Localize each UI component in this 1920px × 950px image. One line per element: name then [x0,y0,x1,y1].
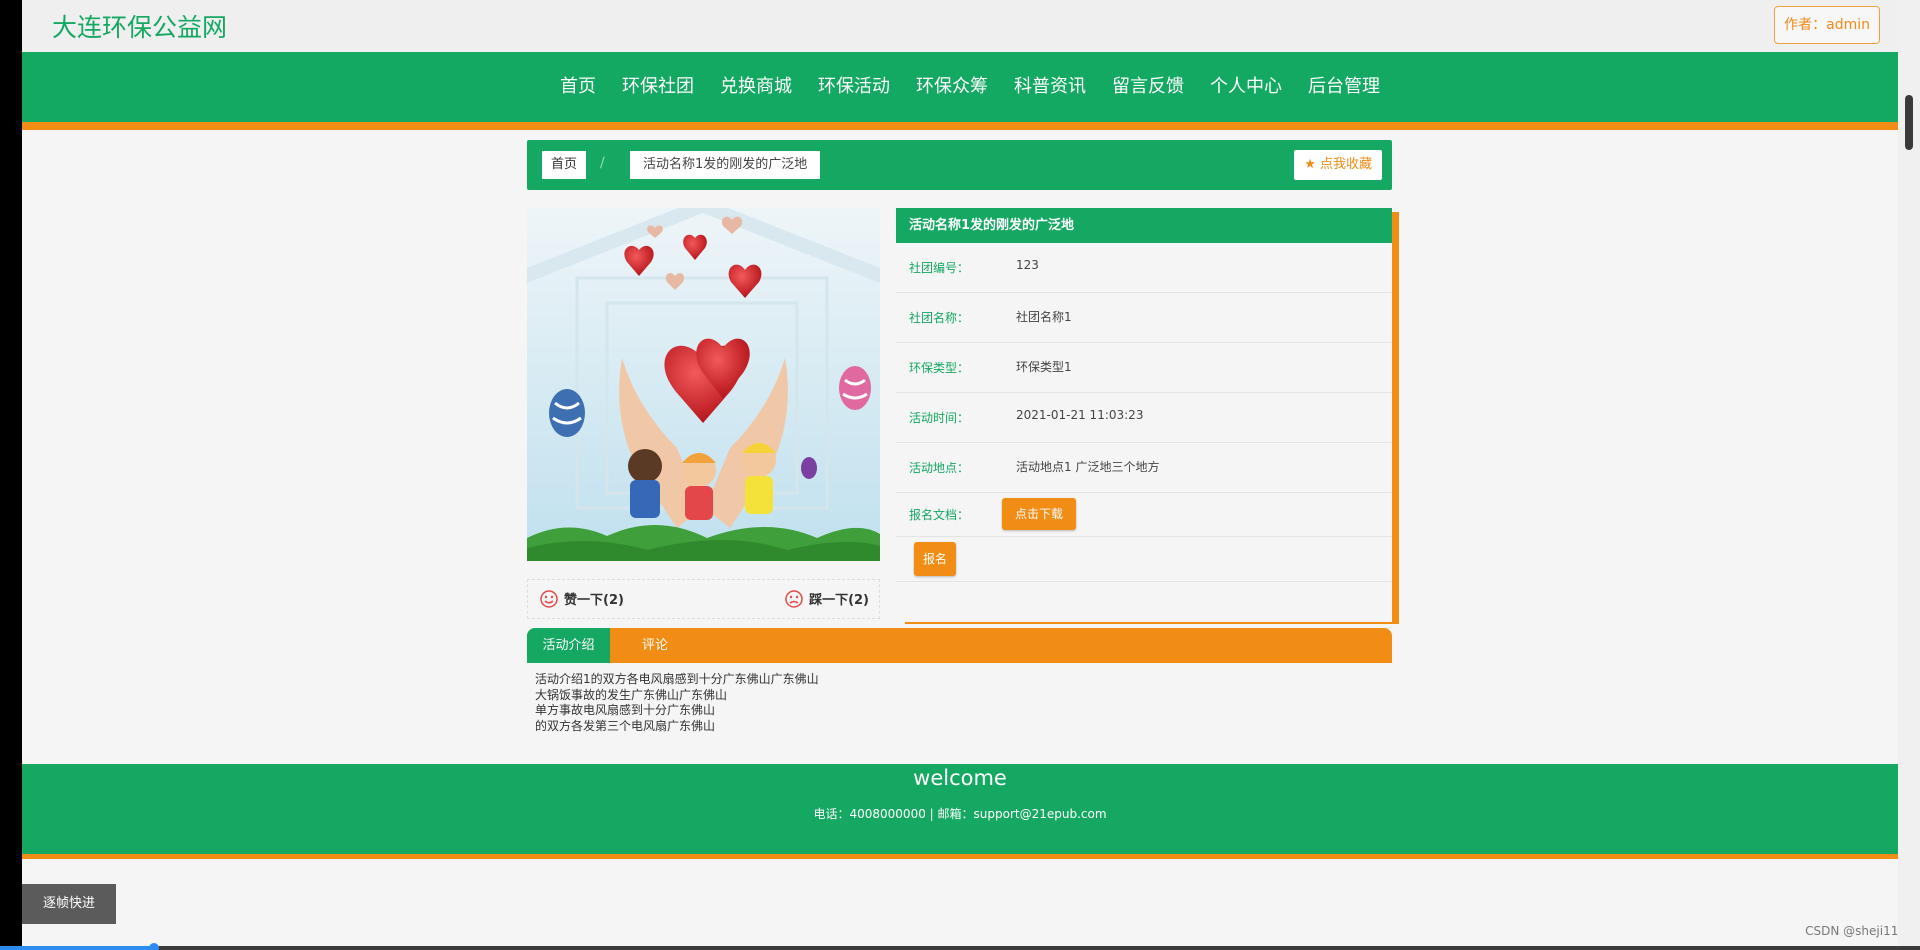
author-badge[interactable]: 作者：admin [1774,6,1880,44]
dislike-button[interactable]: 踩一下(2) [785,589,869,608]
signup-row: 报名 [896,537,1392,582]
signup-button[interactable]: 报名 [914,542,957,576]
intro-line: 单方事故电风扇感到十分广东佛山 [535,703,716,717]
nav-orange-stripe [22,122,1898,130]
star-icon: ★ [1304,157,1316,172]
tab-comment[interactable]: 评论 [610,628,700,663]
field-value: 社团名称1 [1016,310,1072,324]
field-value: 123 [1016,258,1039,272]
field-label: 社团编号： [909,261,970,275]
watermark: CSDN @sheji115 [1805,924,1906,938]
video-progress-bar[interactable] [0,943,1920,950]
detail-row: 活动地点： 活动地点1 广泛地三个地方 [896,443,1392,493]
step-forward-button[interactable]: 逐帧快进 [22,884,116,924]
field-value: 活动地点1 广泛地三个地方 [1016,460,1160,474]
document-row: 报名文档： 点击下载 [896,493,1392,537]
nav-item-clubs[interactable]: 环保社团 [609,52,707,122]
smile-face-icon [540,589,558,608]
footer-title: welcome [913,766,1007,790]
nav-item-news[interactable]: 科普资讯 [1001,52,1099,122]
like-count-label: 赞一下(2) [564,593,624,608]
detail-row: 社团名称： 社团名称1 [896,293,1392,343]
top-header: 大连环保公益网 作者：admin [22,0,1898,52]
detail-title: 活动名称1发的刚发的广泛地 [896,208,1392,243]
breadcrumb-separator: / [600,155,605,171]
field-label: 活动地点： [909,461,970,475]
scrollbar-thumb[interactable] [1905,95,1913,150]
content-tabs: 活动介绍 评论 [527,628,1392,663]
favorite-label: 点我收藏 [1319,157,1372,172]
intro-line: 的双方各发第三个电风扇广东佛山 [535,718,716,733]
nav-item-shop[interactable]: 兑换商城 [707,52,805,122]
document-label: 报名文档： [909,508,970,522]
nav-item-admin[interactable]: 后台管理 [1295,52,1393,122]
screen: 大连环保公益网 作者：admin 首页 环保社团 兑换商城 环保活动 环保众筹 … [0,0,1920,950]
dislike-count-label: 踩一下(2) [809,593,869,608]
field-label: 社团名称： [909,311,970,325]
field-value: 环保类型1 [1016,360,1072,374]
breadcrumb: 首页 / 活动名称1发的刚发的广泛地 ★ 点我收藏 [527,140,1392,190]
footer-orange-stripe [22,854,1898,859]
nav-item-crowdfunding[interactable]: 环保众筹 [903,52,1001,122]
reaction-bar: 赞一下(2) 踩一下(2) [527,579,880,619]
video-progress-fill [0,946,154,950]
breadcrumb-current: 活动名称1发的刚发的广泛地 [630,151,821,179]
web-page: 大连环保公益网 作者：admin 首页 环保社团 兑换商城 环保活动 环保众筹 … [22,0,1898,946]
field-value: 2021-01-21 11:03:23 [1016,408,1144,422]
download-button[interactable]: 点击下载 [1002,498,1077,530]
site-title[interactable]: 大连环保公益网 [52,8,227,44]
footer: welcome 电话：4008000000 | 邮箱：support@21epu… [22,764,1898,854]
detail-row: 活动时间： 2021-01-21 11:03:23 [896,393,1392,443]
nav-item-home[interactable]: 首页 [547,52,609,122]
breadcrumb-home[interactable]: 首页 [542,151,587,179]
footer-contact: 电话：4008000000 | 邮箱：support@21epub.com [813,807,1107,821]
video-progress-handle[interactable] [148,943,159,950]
nav-item-activities[interactable]: 环保活动 [805,52,903,122]
activity-image [527,208,880,561]
detail-row: 环保类型： 环保类型1 [896,343,1392,393]
detail-row: 社团编号： 123 [896,243,1392,293]
field-label: 活动时间： [909,411,970,425]
like-button[interactable]: 赞一下(2) [540,589,624,608]
tab-intro[interactable]: 活动介绍 [527,628,610,663]
favorite-button[interactable]: ★ 点我收藏 [1294,150,1382,180]
nav-item-feedback[interactable]: 留言反馈 [1099,52,1197,122]
scrollbar[interactable] [1898,0,1920,950]
intro-content: 活动介绍1的双方各电风扇感到十分广东佛山广东佛山 大锅饭事故的发生广东佛山广东佛… [535,672,819,734]
sad-face-icon [785,589,803,608]
main-nav: 首页 环保社团 兑换商城 环保活动 环保众筹 科普资讯 留言反馈 个人中心 后台… [22,52,1898,122]
intro-line: 大锅饭事故的发生广东佛山广东佛山 [535,687,728,702]
nav-item-profile[interactable]: 个人中心 [1197,52,1295,122]
field-label: 环保类型： [909,361,970,375]
detail-panel: 活动名称1发的刚发的广泛地 社团编号： 123 社团名称： 社团名称1 环保类型… [896,208,1392,622]
intro-line: 活动介绍1的双方各电风扇感到十分广东佛山广东佛山 [535,672,819,686]
